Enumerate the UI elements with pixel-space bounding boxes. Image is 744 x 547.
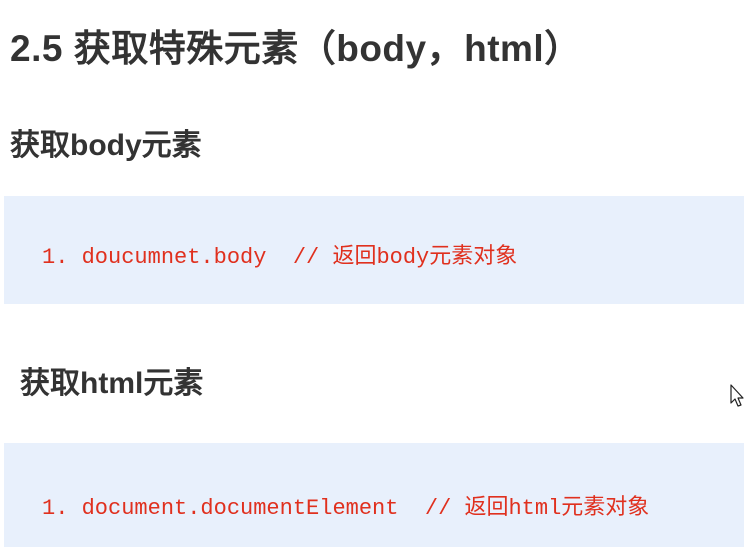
code-line: 1. doucumnet.body // 返回body元素对象 (42, 245, 518, 270)
mouse-pointer-icon (730, 384, 744, 407)
page-title: 2.5 获取特殊元素（body，html） (10, 28, 582, 69)
code-block-html: 1. document.documentElement // 返回html元素对… (4, 443, 744, 547)
code-line: 1. document.documentElement // 返回html元素对… (42, 496, 650, 521)
section-heading-html: 获取html元素 (20, 367, 204, 400)
code-block-body: 1. doucumnet.body // 返回body元素对象 (4, 196, 744, 304)
section-heading-body: 获取body元素 (10, 129, 202, 162)
